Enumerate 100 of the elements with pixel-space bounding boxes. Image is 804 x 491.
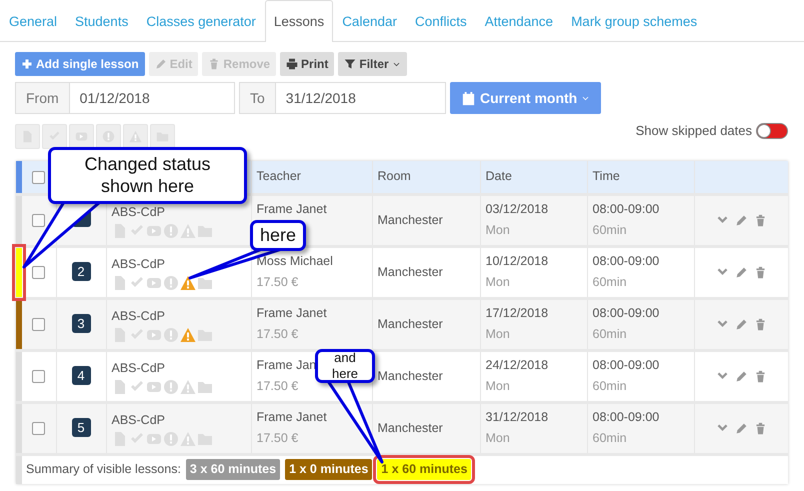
row-checkbox[interactable]	[32, 214, 46, 227]
toolbar-button[interactable]: Filter	[338, 52, 407, 76]
toolbar-button[interactable]: Add single lesson	[15, 52, 145, 76]
tab[interactable]: Classes generator	[137, 0, 265, 41]
delete-button[interactable]	[754, 214, 767, 226]
column-header: Teacher	[256, 169, 301, 184]
date-input-group[interactable]: To 31/12/2018	[239, 82, 446, 114]
exclamation-icon	[102, 130, 115, 143]
callout: and here	[315, 349, 375, 383]
lesson-name: ABS-CdP	[112, 360, 166, 376]
row-checkbox[interactable]	[32, 370, 46, 383]
lesson-time: 08:00-09:00	[592, 357, 660, 374]
weekday: Mon	[486, 326, 511, 343]
lesson-duration: 60min	[592, 430, 628, 447]
exclamation-icon	[162, 274, 178, 290]
lesson-duration: 60min	[592, 222, 628, 239]
period-button[interactable]: Current month	[450, 82, 602, 114]
price: 17.50 €	[256, 326, 300, 343]
warning-icon	[129, 130, 142, 143]
delete-button[interactable]	[754, 266, 767, 278]
lesson-time: 08:00-09:00	[592, 305, 660, 322]
field-label: To	[240, 83, 276, 113]
lesson-name: ABS-CdP	[112, 204, 166, 220]
trash-icon	[754, 318, 767, 330]
tab[interactable]: Lessons	[264, 0, 334, 42]
trash-icon	[754, 214, 767, 226]
pencil-icon	[734, 214, 748, 226]
lesson-name: ABS-CdP	[112, 256, 166, 272]
field-label: From	[16, 83, 70, 113]
column-header: Room	[378, 169, 411, 184]
tab[interactable]: Mark group schemes	[562, 0, 706, 41]
delete-button[interactable]	[754, 422, 767, 434]
toolbar-button[interactable]: Print	[280, 52, 334, 76]
tab[interactable]: Conflicts	[406, 0, 476, 41]
room-name: Manchester	[378, 212, 443, 227]
filter-icon	[344, 58, 356, 70]
lesson-duration: 60min	[592, 378, 628, 395]
lesson-name: ABS-CdP	[112, 412, 166, 428]
exclamation-icon	[162, 222, 178, 238]
tab[interactable]: Students	[66, 0, 138, 41]
delete-button[interactable]	[754, 318, 767, 330]
room-name: Manchester	[378, 316, 443, 331]
delete-button[interactable]	[754, 370, 767, 382]
edit-button[interactable]	[734, 214, 748, 226]
header-strip	[16, 161, 22, 194]
price: 17.50 €	[256, 378, 300, 395]
weekday: Mon	[486, 430, 511, 447]
date-input-group[interactable]: From 01/12/2018	[15, 82, 235, 114]
lesson-time: 08:00-09:00	[592, 253, 660, 270]
lesson-date: 17/12/2018	[486, 305, 550, 322]
pencil-icon	[734, 318, 748, 330]
teacher-name: Frame Janet	[256, 202, 327, 216]
lesson-date: 10/12/2018	[486, 253, 550, 270]
room-name: Manchester	[378, 368, 443, 383]
price: 17.50 €	[256, 430, 300, 447]
toggle-switch[interactable]	[756, 122, 788, 139]
teacher-name: Frame Janet	[256, 306, 327, 320]
lesson-duration: 60min	[592, 274, 628, 291]
lesson-name: ABS-CdP	[112, 308, 166, 324]
trash-icon	[754, 266, 767, 278]
exclamation-icon	[162, 430, 178, 446]
pencil-icon	[734, 266, 748, 278]
row-checkbox[interactable]	[32, 318, 46, 331]
room-name: Manchester	[378, 420, 443, 435]
pencil-icon	[734, 422, 748, 434]
row-checkbox[interactable]	[32, 422, 46, 435]
exclamation-icon	[162, 378, 178, 394]
pencil-icon	[154, 58, 167, 70]
tab[interactable]: Calendar	[333, 0, 406, 41]
tab[interactable]: General	[0, 0, 66, 41]
lesson-number: 4	[72, 366, 90, 386]
lesson-number: 3	[72, 314, 90, 334]
tab[interactable]: Attendance	[476, 0, 562, 41]
summary-badge: 1 x 60 minutes	[377, 459, 472, 480]
edit-button[interactable]	[734, 422, 748, 434]
trash-icon	[754, 422, 767, 434]
lesson-duration: 60min	[592, 326, 628, 343]
pencil-icon	[734, 370, 748, 382]
teacher-name: Moss Michael	[256, 254, 333, 268]
column-header: Date	[486, 169, 512, 184]
lesson-time: 08:00-09:00	[592, 201, 660, 218]
summary-badge: 3 x 60 minutes	[186, 459, 280, 480]
lesson-date: 31/12/2018	[486, 409, 550, 426]
lesson-number: 2	[72, 262, 90, 282]
edit-button[interactable]	[734, 370, 748, 382]
trash-icon	[208, 58, 220, 70]
summary-label: Summary of visible lessons:	[26, 461, 181, 478]
select-all-checkbox[interactable]	[32, 170, 46, 184]
edit-button[interactable]	[734, 318, 748, 330]
play-icon	[75, 130, 88, 143]
calendar-icon	[461, 90, 476, 106]
column-header: Time	[592, 169, 620, 184]
printer-icon	[286, 58, 298, 70]
row-checkbox[interactable]	[32, 266, 46, 279]
callout: here	[250, 220, 306, 251]
lesson-time: 08:00-09:00	[592, 409, 660, 426]
toggle-label: Show skipped dates	[636, 122, 752, 140]
plus-icon	[21, 58, 33, 70]
price: 17.50 €	[256, 274, 300, 291]
edit-button[interactable]	[734, 266, 748, 278]
